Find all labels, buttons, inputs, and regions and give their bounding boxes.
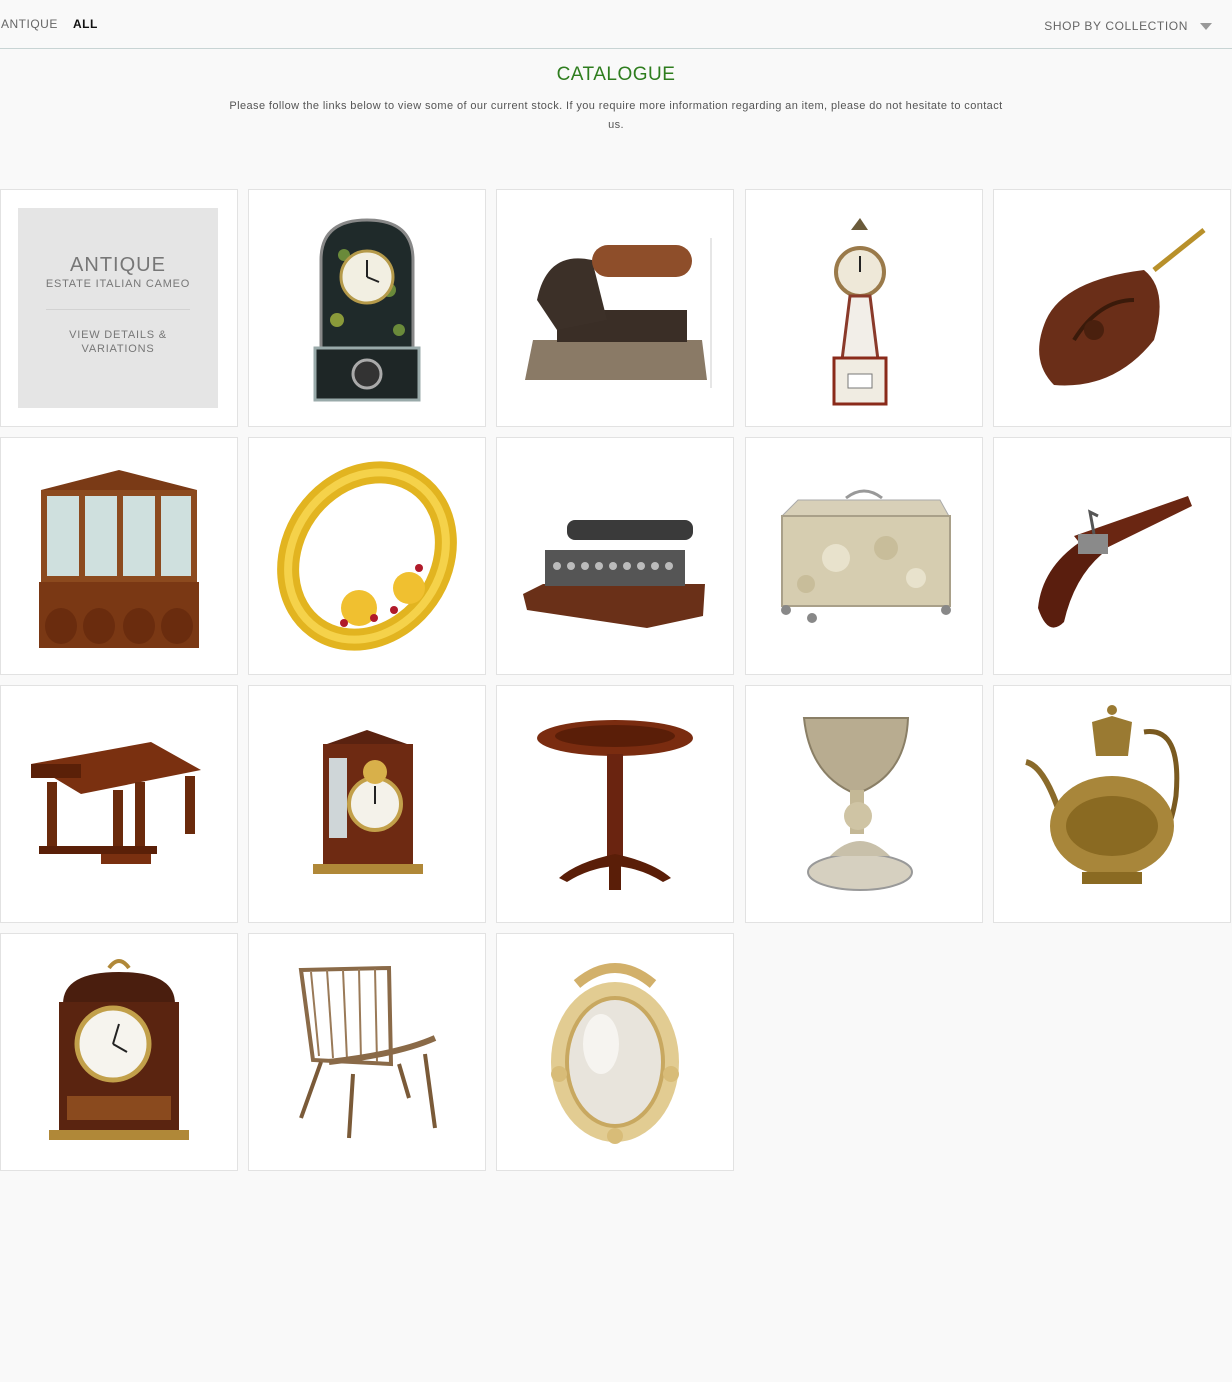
product-card[interactable] <box>993 685 1231 923</box>
product-card-featured[interactable]: ANTIQUE ESTATE ITALIAN CAMEO VIEW DETAIL… <box>0 189 238 427</box>
antique-iron-image <box>525 238 712 388</box>
product-card[interactable] <box>0 933 238 1171</box>
product-card[interactable] <box>993 437 1231 675</box>
product-card[interactable] <box>248 685 486 923</box>
bell-top-bracket-clock-image <box>49 959 189 1140</box>
antique-typewriter-image <box>523 520 705 628</box>
featured-overlay[interactable]: ANTIQUE ESTATE ITALIAN CAMEO VIEW DETAIL… <box>18 208 218 408</box>
product-card[interactable] <box>248 933 486 1171</box>
shop-by-collection-dropdown[interactable]: SHOP BY COLLECTION <box>1044 19 1188 33</box>
product-card[interactable] <box>496 933 734 1171</box>
product-card[interactable] <box>745 189 983 427</box>
gold-ruby-bangle-image <box>277 461 457 651</box>
breadcrumb-antique[interactable]: ANTIQUE <box>1 17 58 31</box>
glazed-bookcase-cabinet-image <box>39 470 199 648</box>
featured-divider <box>46 309 190 310</box>
page-intro-text: Please follow the links below to view so… <box>229 100 1003 131</box>
carved-bellows-image <box>1039 228 1206 386</box>
product-card[interactable] <box>745 437 983 675</box>
product-card[interactable] <box>745 685 983 923</box>
product-card[interactable] <box>0 685 238 923</box>
silver-cherub-chalice-image <box>802 717 913 891</box>
brass-ewer-teapot-image <box>1025 705 1180 884</box>
product-card[interactable] <box>496 189 734 427</box>
product-card[interactable] <box>0 437 238 675</box>
page-title: CATALOGUE <box>556 64 676 85</box>
product-card[interactable] <box>248 189 486 427</box>
chevron-down-icon[interactable] <box>1200 23 1212 30</box>
gothic-mantel-clock-image <box>313 218 421 402</box>
product-card[interactable] <box>496 437 734 675</box>
top-navigation-bar: ANTIQUE ALL SHOP BY COLLECTION <box>0 0 1232 49</box>
gilt-oval-mirror-image <box>551 963 679 1144</box>
carved-refectory-table-image <box>31 742 201 864</box>
product-card[interactable] <box>993 189 1231 427</box>
view-details-link[interactable]: VIEW DETAILS & VARIATIONS <box>38 328 198 356</box>
banjo-wall-clock-image <box>832 218 888 406</box>
product-card[interactable] <box>496 685 734 923</box>
bracket-clock-image <box>313 730 423 874</box>
product-card[interactable] <box>248 437 486 675</box>
flintlock-pistol-image <box>1038 496 1192 628</box>
featured-name: ESTATE ITALIAN CAMEO <box>45 278 191 290</box>
rattan-armchair-image <box>298 965 437 1139</box>
featured-category: ANTIQUE <box>70 254 166 276</box>
silver-tea-caddy-image <box>780 489 951 623</box>
breadcrumb-all[interactable]: ALL <box>73 17 98 31</box>
tilt-top-tripod-table-image <box>537 720 693 890</box>
